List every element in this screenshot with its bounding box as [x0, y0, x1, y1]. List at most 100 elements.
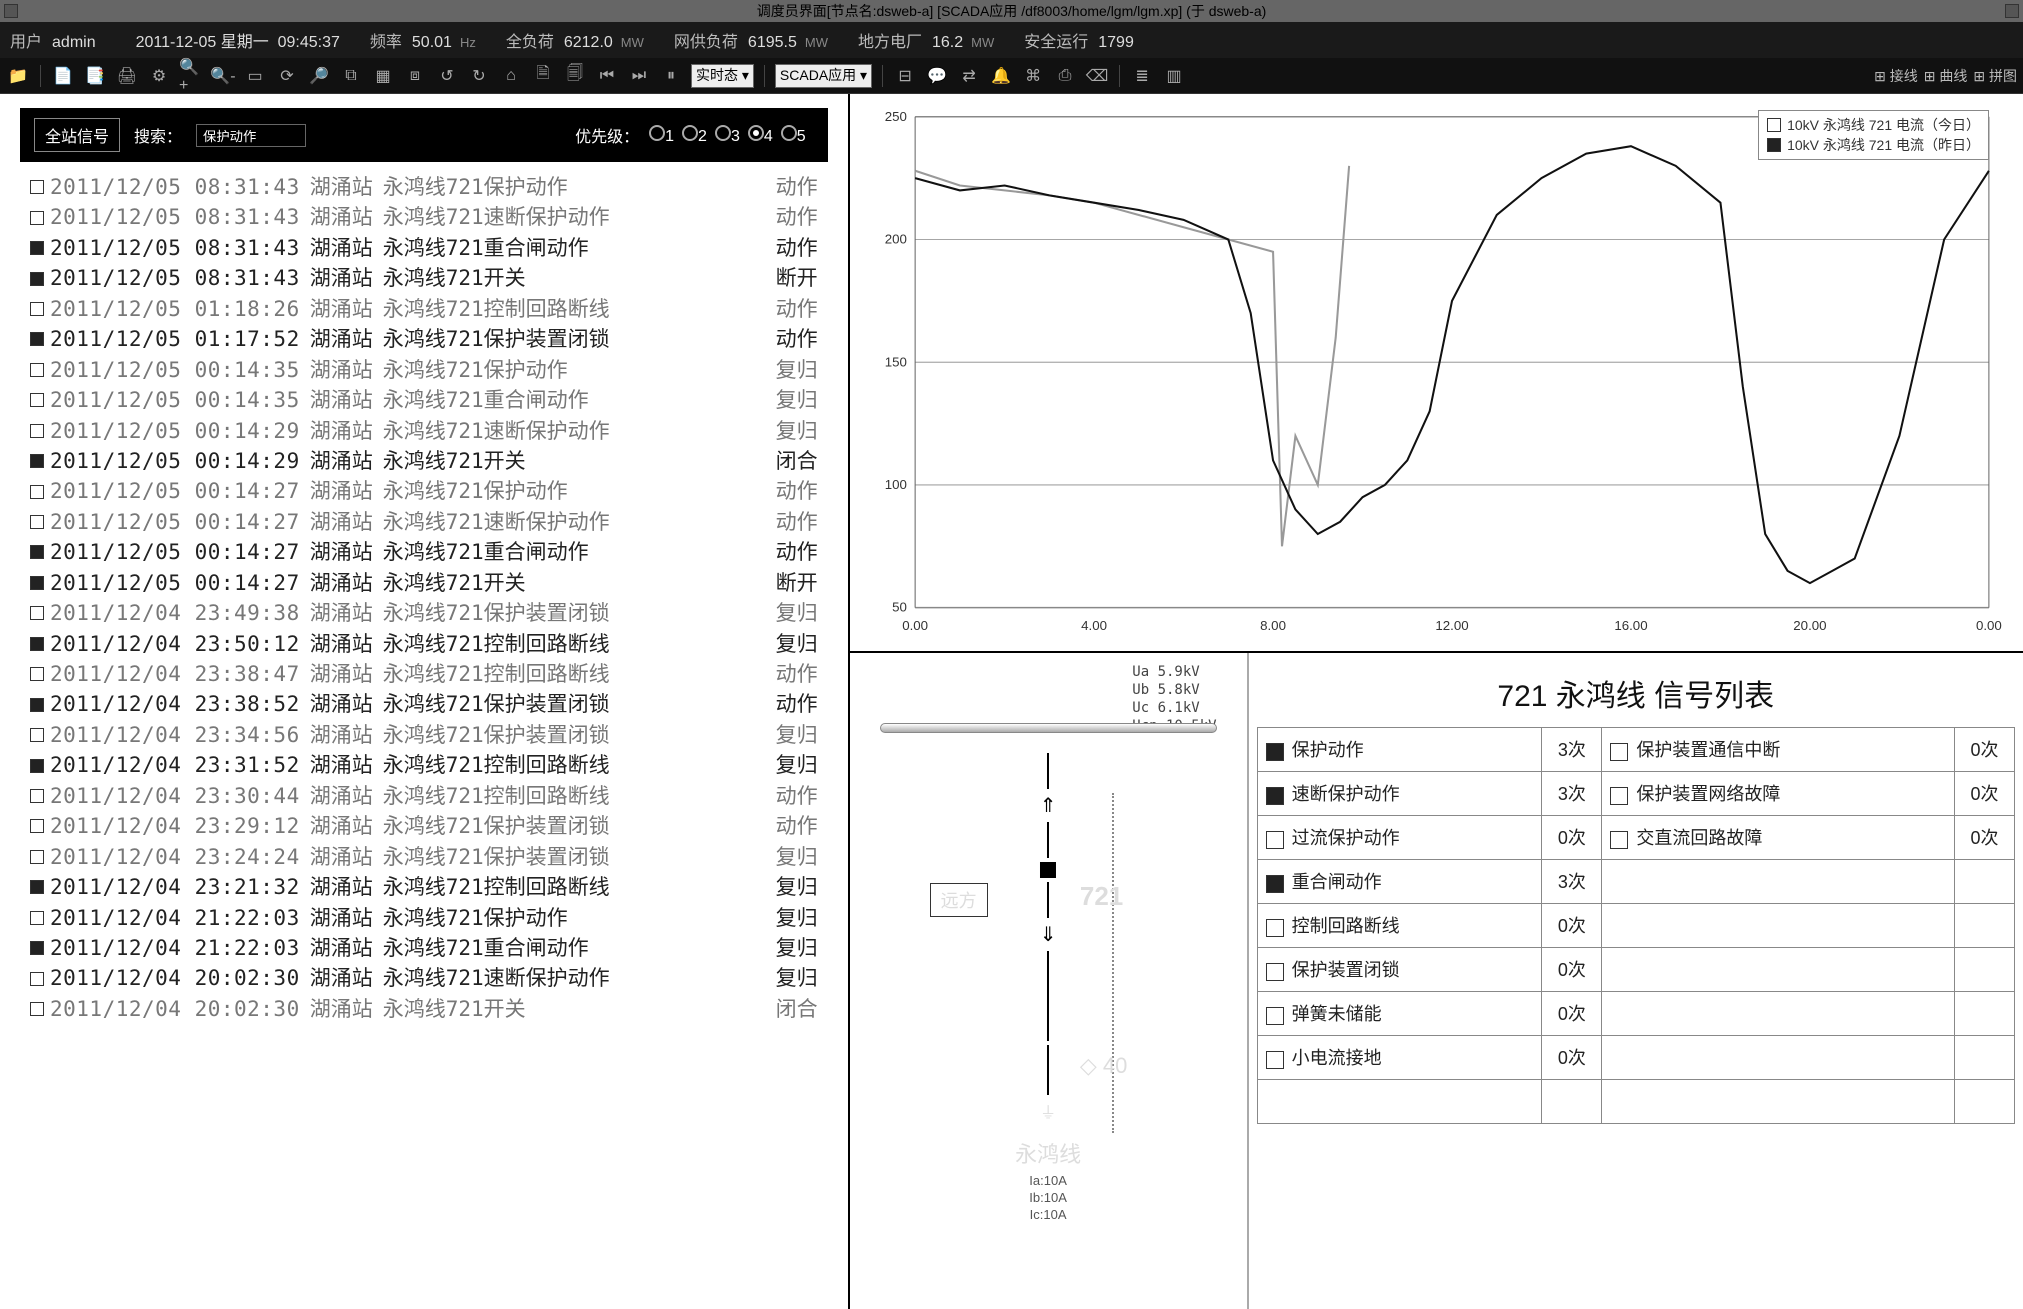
toolbar-icon[interactable]: 🖨: [115, 64, 139, 88]
event-status: 复归: [746, 842, 818, 872]
toolbar-icon[interactable]: ≣: [1130, 64, 1154, 88]
toolbar-icon[interactable]: 📁: [6, 64, 30, 88]
toolbar-icon[interactable]: ⧈: [403, 64, 427, 88]
bottom-area: Ua 5.9kV Ub 5.8kV Uc 6.1kV Ucn 10.5kV 远方…: [850, 653, 2023, 1309]
svg-text:250: 250: [884, 109, 906, 124]
toolbar-icon[interactable]: ↻: [467, 64, 491, 88]
event-row[interactable]: 2011/12/04 23:38:52 湖涌站 永鸿线721保护装置闭锁 动作: [30, 689, 818, 719]
toolbar-link[interactable]: ⊞ 曲线: [1924, 66, 1968, 86]
event-row[interactable]: 2011/12/05 00:14:29 湖涌站 永鸿线721速断保护动作 复归: [30, 416, 818, 446]
signal-count: 3次: [1542, 771, 1602, 815]
toolbar-icon[interactable]: ↺: [435, 64, 459, 88]
event-row[interactable]: 2011/12/05 00:14:29 湖涌站 永鸿线721开关 闭合: [30, 446, 818, 476]
event-row[interactable]: 2011/12/04 23:34:56 湖涌站 永鸿线721保护装置闭锁 复归: [30, 720, 818, 750]
priority-radio-4[interactable]: [748, 125, 764, 141]
event-row[interactable]: 2011/12/04 23:24:24 湖涌站 永鸿线721保护装置闭锁 复归: [30, 842, 818, 872]
event-row[interactable]: 2011/12/04 23:38:47 湖涌站 永鸿线721控制回路断线 动作: [30, 659, 818, 689]
remote-mode-box[interactable]: 远方: [930, 883, 988, 917]
event-datetime: 2011/12/04 21:22:03: [50, 933, 300, 963]
toolbar-icon[interactable]: 🔎: [307, 64, 331, 88]
event-description: 永鸿线721开关: [383, 263, 526, 293]
event-row[interactable]: 2011/12/05 08:31:43 湖涌站 永鸿线721保护动作 动作: [30, 172, 818, 202]
event-row[interactable]: 2011/12/04 23:31:52 湖涌站 永鸿线721控制回路断线 复归: [30, 750, 818, 780]
event-station: 湖涌站: [310, 324, 373, 354]
total-load-value: 6212.0: [564, 34, 613, 51]
event-datetime: 2011/12/04 23:31:52: [50, 750, 300, 780]
event-row[interactable]: 2011/12/04 23:29:12 湖涌站 永鸿线721保护装置闭锁 动作: [30, 811, 818, 841]
event-row[interactable]: 2011/12/05 00:14:27 湖涌站 永鸿线721保护动作 动作: [30, 476, 818, 506]
toolbar-icon[interactable]: ▦: [371, 64, 395, 88]
signal-count: 0次: [1542, 947, 1602, 991]
toolbar-icon[interactable]: 📄: [51, 64, 75, 88]
event-row[interactable]: 2011/12/05 00:14:27 湖涌站 永鸿线721开关 断开: [30, 568, 818, 598]
toolbar-icon[interactable]: 🔍+: [179, 64, 203, 88]
window-close-icon[interactable]: [2005, 4, 2019, 18]
event-description: 永鸿线721速断保护动作: [383, 963, 610, 993]
toolbar-icon[interactable]: ▥: [1162, 64, 1186, 88]
event-status: 复归: [746, 933, 818, 963]
toolbar-icon[interactable]: ▭: [243, 64, 267, 88]
event-row[interactable]: 2011/12/05 00:14:27 湖涌站 永鸿线721重合闸动作 动作: [30, 537, 818, 567]
total-load-label: 全负荷: [506, 34, 554, 51]
toolbar-icon[interactable]: ⊟: [893, 64, 917, 88]
toolbar-icon[interactable]: 📑: [83, 64, 107, 88]
toolbar-icon[interactable]: ⧉: [339, 64, 363, 88]
event-row[interactable]: 2011/12/04 21:22:03 湖涌站 永鸿线721保护动作 复归: [30, 903, 818, 933]
toolbar-icon[interactable]: ⌘: [1021, 64, 1045, 88]
event-status: 动作: [746, 537, 818, 567]
event-row[interactable]: 2011/12/04 20:02:30 湖涌站 永鸿线721速断保护动作 复归: [30, 963, 818, 993]
toolbar-icon[interactable]: ⏸: [659, 64, 683, 88]
breaker-icon[interactable]: [1040, 862, 1056, 878]
priority-radio-2[interactable]: [682, 125, 698, 141]
toolbar-link[interactable]: ⊞ 接线: [1874, 66, 1918, 86]
event-row[interactable]: 2011/12/05 01:18:26 湖涌站 永鸿线721控制回路断线 动作: [30, 294, 818, 324]
event-row[interactable]: 2011/12/05 00:14:35 湖涌站 永鸿线721保护动作 复归: [30, 355, 818, 385]
toolbar-icon[interactable]: ⎙: [1053, 64, 1077, 88]
toolbar-icon[interactable]: ⏮: [595, 64, 619, 88]
event-panel: 全站信号 搜索： 优先级： 12345 2011/12/05 08:31:43 …: [0, 94, 850, 1309]
window-minimize-icon[interactable]: [4, 4, 18, 18]
realtime-dropdown[interactable]: 实时态 ▾: [691, 64, 754, 88]
event-datetime: 2011/12/05 08:31:43: [50, 202, 300, 232]
priority-radio-5[interactable]: [781, 125, 797, 141]
svg-text:200: 200: [884, 232, 906, 247]
event-row[interactable]: 2011/12/04 21:22:03 湖涌站 永鸿线721重合闸动作 复归: [30, 933, 818, 963]
event-row[interactable]: 2011/12/05 00:14:35 湖涌站 永鸿线721重合闸动作 复归: [30, 385, 818, 415]
event-row[interactable]: 2011/12/04 23:49:38 湖涌站 永鸿线721保护装置闭锁 复归: [30, 598, 818, 628]
time-value: 09:45:37: [278, 34, 340, 51]
event-row[interactable]: 2011/12/05 08:31:43 湖涌站 永鸿线721重合闸动作 动作: [30, 233, 818, 263]
toolbar-icon[interactable]: ⏭: [627, 64, 651, 88]
toolbar-icon[interactable]: ⌂: [499, 64, 523, 88]
event-row[interactable]: 2011/12/04 23:21:32 湖涌站 永鸿线721控制回路断线 复归: [30, 872, 818, 902]
search-input[interactable]: [196, 124, 306, 147]
toolbar-icon[interactable]: ⇄: [957, 64, 981, 88]
toolbar-icon[interactable]: ⌫: [1085, 64, 1109, 88]
toolbar-link[interactable]: ⊞ 拼图: [1973, 66, 2017, 86]
single-line-diagram: Ua 5.9kV Ub 5.8kV Uc 6.1kV Ucn 10.5kV 远方…: [850, 653, 1249, 1309]
scada-app-dropdown[interactable]: SCADA应用 ▾: [775, 64, 872, 88]
event-row[interactable]: 2011/12/05 08:31:43 湖涌站 永鸿线721速断保护动作 动作: [30, 202, 818, 232]
priority-radio-1[interactable]: [649, 125, 665, 141]
toolbar-icon[interactable]: ⟳: [275, 64, 299, 88]
chart-area: 501001502002500.004.008.0012.0016.0020.0…: [850, 94, 2023, 653]
event-row[interactable]: 2011/12/04 20:02:30 湖涌站 永鸿线721开关 闭合: [30, 994, 818, 1024]
toolbar-icon[interactable]: 🔍-: [211, 64, 235, 88]
event-row[interactable]: 2011/12/05 00:14:27 湖涌站 永鸿线721速断保护动作 动作: [30, 507, 818, 537]
event-row[interactable]: 2011/12/04 23:50:12 湖涌站 永鸿线721控制回路断线 复归: [30, 629, 818, 659]
toolbar-icon[interactable]: 🗎: [531, 64, 555, 88]
all-signals-button[interactable]: 全站信号: [34, 118, 120, 152]
event-description: 永鸿线721重合闸动作: [383, 385, 589, 415]
toolbar-icon[interactable]: ⚙: [147, 64, 171, 88]
toolbar-icon[interactable]: 🔔: [989, 64, 1013, 88]
event-marker-icon: [30, 393, 44, 407]
signal-list-panel: 721 永鸿线 信号列表 保护动作3次保护装置通信中断0次速断保护动作3次保护装…: [1249, 653, 2023, 1309]
toolbar-icon[interactable]: 💬: [925, 64, 949, 88]
event-station: 湖涌站: [310, 842, 373, 872]
priority-radio-3[interactable]: [715, 125, 731, 141]
event-row[interactable]: 2011/12/04 23:30:44 湖涌站 永鸿线721控制回路断线 动作: [30, 781, 818, 811]
toolbar-icon[interactable]: 🗐: [563, 64, 587, 88]
signal-list-title: 721 永鸿线 信号列表: [1257, 661, 2015, 727]
event-row[interactable]: 2011/12/05 08:31:43 湖涌站 永鸿线721开关 断开: [30, 263, 818, 293]
event-row[interactable]: 2011/12/05 01:17:52 湖涌站 永鸿线721保护装置闭锁 动作: [30, 324, 818, 354]
event-list[interactable]: 2011/12/05 08:31:43 湖涌站 永鸿线721保护动作 动作 20…: [0, 172, 848, 1309]
